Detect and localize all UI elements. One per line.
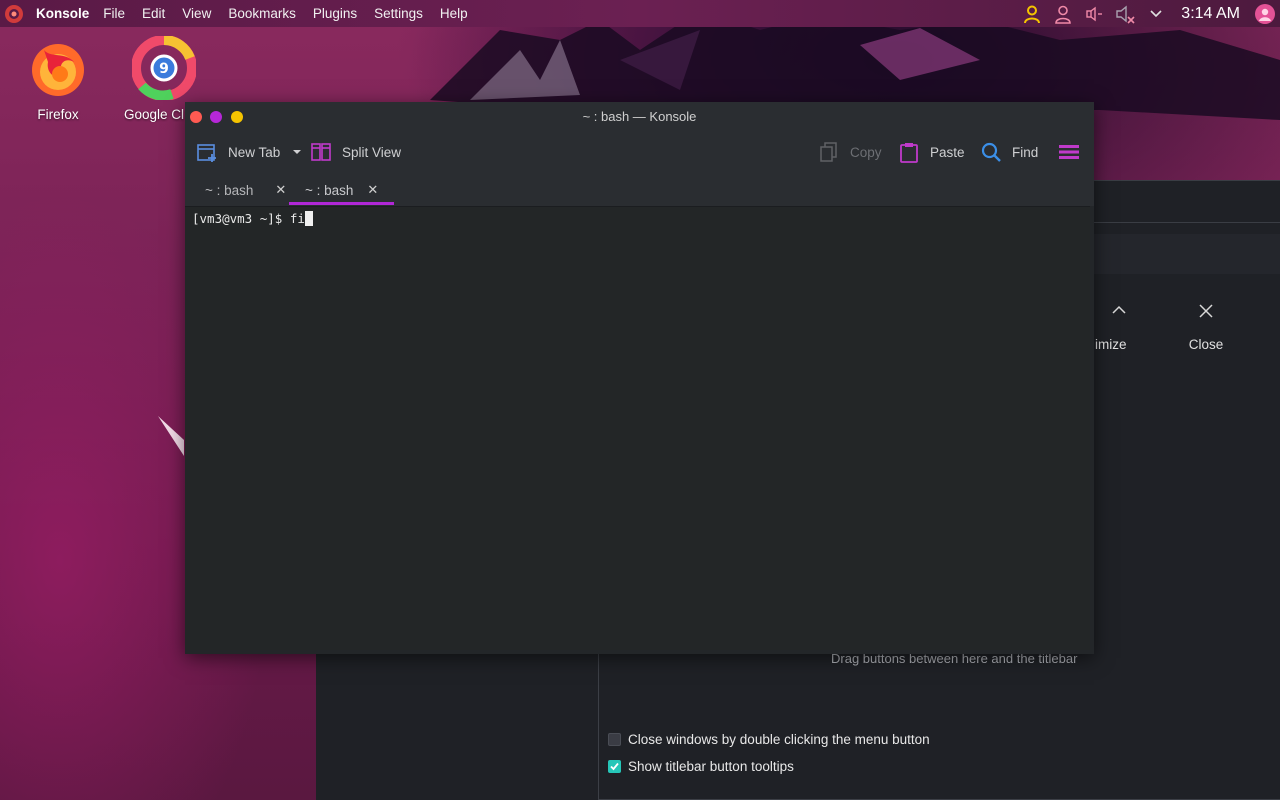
titlebar-buttons-drop-area[interactable] xyxy=(598,650,1280,800)
menu-settings[interactable]: Settings xyxy=(374,6,423,21)
avatar-icon[interactable] xyxy=(1254,3,1276,25)
tab-bash-1[interactable]: ~ : bash ✕ xyxy=(205,174,286,206)
active-app-name: Konsole xyxy=(36,6,90,21)
close-label: Close xyxy=(1188,337,1224,352)
close-button[interactable]: Close xyxy=(1178,302,1234,352)
terminal-input: fi xyxy=(289,211,305,226)
clock[interactable]: 3:14 AM xyxy=(1181,5,1240,23)
menu-help[interactable]: Help xyxy=(440,6,468,21)
new-tab-button[interactable]: New Tab xyxy=(196,141,302,163)
window-titlebar[interactable]: ~ : bash — Konsole xyxy=(185,102,1094,130)
tab-label: ~ : bash xyxy=(305,182,354,198)
paste-icon xyxy=(898,141,920,163)
paste-button[interactable]: Paste xyxy=(898,141,965,163)
terminal-view[interactable]: [vm3@vm3 ~]$ fi xyxy=(185,206,1090,650)
menu-edit[interactable]: Edit xyxy=(142,6,165,21)
user-outline-icon[interactable] xyxy=(1052,3,1074,25)
checkbox-double-click[interactable] xyxy=(608,733,621,746)
menu-bookmarks[interactable]: Bookmarks xyxy=(228,6,296,21)
tab-close-icon[interactable]: ✕ xyxy=(275,182,286,198)
google-chrome-icon: 9 xyxy=(131,36,197,101)
checkbox-tooltips[interactable] xyxy=(608,760,621,773)
top-panel: Konsole File Edit View Bookmarks Plugins… xyxy=(0,0,1280,27)
split-view-button[interactable]: Split View xyxy=(310,141,401,163)
chevron-up-icon xyxy=(1112,305,1126,314)
split-view-label: Split View xyxy=(342,144,402,160)
divider xyxy=(1090,180,1280,181)
svg-text:9: 9 xyxy=(159,61,169,77)
volume-muted-icon[interactable] xyxy=(1114,3,1136,25)
checkmark-icon xyxy=(610,762,619,771)
menu-file[interactable]: File xyxy=(103,6,125,21)
close-icon xyxy=(1199,304,1213,318)
user-icon[interactable] xyxy=(1021,3,1043,25)
menu-plugins[interactable]: Plugins xyxy=(313,6,357,21)
divider xyxy=(1090,222,1280,223)
desktop-icon-label: Firefox xyxy=(37,107,79,122)
copy-label: Copy xyxy=(850,144,882,160)
new-tab-label: New Tab xyxy=(228,144,281,160)
terminal-prompt: [vm3@vm3 ~]$ xyxy=(192,211,290,226)
tab-label: ~ : bash xyxy=(205,182,254,198)
konsole-window: ~ : bash — Konsole New Tab Split View Co… xyxy=(185,102,1094,654)
konsole-app-icon[interactable] xyxy=(3,3,25,25)
split-view-icon xyxy=(310,141,332,163)
new-tab-icon xyxy=(196,141,218,163)
hamburger-menu-button[interactable] xyxy=(1058,141,1080,163)
checkbox-row-tooltips[interactable]: Show titlebar button tooltips xyxy=(608,759,794,774)
find-label: Find xyxy=(1012,144,1039,160)
find-button[interactable]: Find xyxy=(980,141,1038,163)
copy-icon xyxy=(818,141,840,163)
terminal-line: [vm3@vm3 ~]$ fi xyxy=(192,211,313,226)
dropdown-arrow-icon[interactable] xyxy=(292,147,302,157)
header-band xyxy=(1090,234,1280,274)
firefox-icon xyxy=(32,44,84,96)
tab-bash-2[interactable]: ~ : bash ✕ xyxy=(289,174,395,206)
hamburger-menu-icon xyxy=(1058,141,1080,163)
checkbox-row-double-click[interactable]: Close windows by double clicking the men… xyxy=(608,732,930,747)
paste-label: Paste xyxy=(930,144,965,160)
copy-button[interactable]: Copy xyxy=(818,141,882,163)
chevron-down-icon[interactable] xyxy=(1145,3,1167,25)
tab-close-icon[interactable]: ✕ xyxy=(367,182,378,198)
main-toolbar: New Tab Split View Copy Paste Find xyxy=(185,130,1094,174)
menu-view[interactable]: View xyxy=(182,6,211,21)
tab-bar: ~ : bash ✕ ~ : bash ✕ xyxy=(185,174,1094,206)
active-tab-indicator xyxy=(289,202,395,205)
desktop-icon-firefox[interactable]: Firefox xyxy=(8,36,108,122)
maximize-button[interactable]: imize xyxy=(1086,302,1146,352)
audio-icon[interactable] xyxy=(1083,3,1105,25)
terminal-cursor xyxy=(304,211,313,226)
window-title: ~ : bash — Konsole xyxy=(582,109,697,124)
system-tray: 3:14 AM xyxy=(1012,0,1280,27)
checkbox-label: Close windows by double clicking the men… xyxy=(628,732,930,747)
search-icon xyxy=(980,141,1002,163)
checkbox-label: Show titlebar button tooltips xyxy=(628,759,794,774)
maximize-label: imize xyxy=(1095,337,1127,352)
